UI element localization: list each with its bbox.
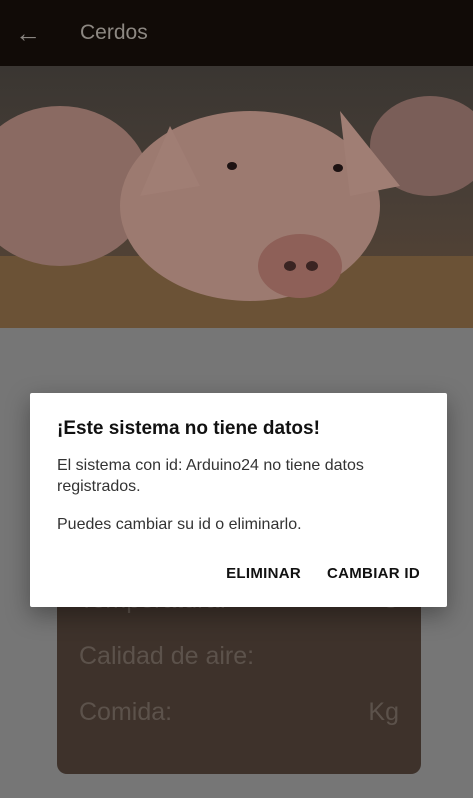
food-unit: Kg bbox=[368, 698, 399, 726]
app-bar: ← Cerdos bbox=[0, 0, 473, 66]
food-row: Comida: Kg bbox=[79, 698, 399, 727]
air-quality-label: Calidad de aire: bbox=[79, 642, 255, 670]
no-data-dialog: ¡Este sistema no tiene datos! El sistema… bbox=[30, 393, 447, 607]
pig-photo bbox=[0, 66, 473, 328]
page-title: Cerdos bbox=[80, 21, 148, 44]
back-button[interactable]: ← bbox=[0, 0, 56, 66]
dialog-message-secondary: Puedes cambiar su id o eliminarlo. bbox=[57, 516, 302, 533]
dialog-actions: ELIMINAR CAMBIAR ID bbox=[226, 565, 420, 582]
food-label: Comida: bbox=[79, 698, 173, 726]
dialog-title: ¡Este sistema no tiene datos! bbox=[57, 418, 320, 439]
dialog-message: El sistema con id: Arduino24 no tiene da… bbox=[57, 457, 364, 495]
air-quality-row: Calidad de aire: bbox=[79, 642, 399, 671]
delete-button[interactable]: ELIMINAR bbox=[226, 565, 301, 582]
change-id-button[interactable]: CAMBIAR ID bbox=[327, 565, 420, 582]
arrow-left-icon: ← bbox=[15, 17, 41, 48]
